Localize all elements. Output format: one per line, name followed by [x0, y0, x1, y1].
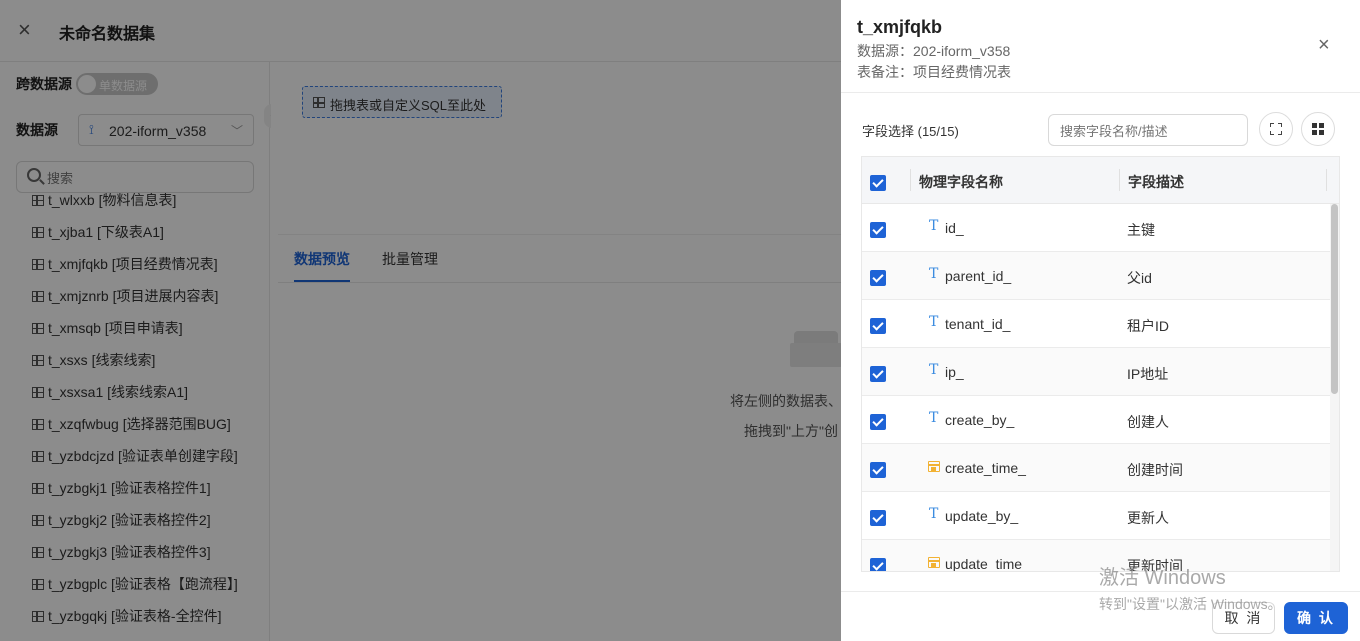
column-separator — [1119, 169, 1120, 191]
confirm-button[interactable]: 确 认 — [1284, 602, 1348, 634]
expand-icon — [1270, 123, 1282, 135]
text-type-icon: T — [929, 362, 939, 378]
vertical-scrollbar[interactable] — [1330, 204, 1339, 571]
date-type-icon — [928, 557, 940, 568]
field-row[interactable]: Tparent_id_ 父id — [862, 252, 1330, 300]
drawer-datasource: 数据源：202-iform_v358 — [857, 43, 1011, 59]
field-checkbox[interactable] — [870, 462, 886, 478]
field-select-label: 字段选择 (15/15) — [862, 124, 959, 139]
field-name: parent_id_ — [945, 268, 1012, 284]
field-search[interactable] — [1048, 114, 1248, 146]
field-description: 租户ID — [1127, 318, 1169, 334]
field-checkbox[interactable] — [870, 510, 886, 526]
field-search-input[interactable] — [1060, 121, 1240, 141]
field-drawer: t_xmjfqkb 数据源：202-iform_v358 表备注：项目经费情况表… — [841, 0, 1360, 641]
field-name: create_time_ — [945, 460, 1026, 476]
field-name: update_by_ — [945, 508, 1019, 524]
watermark-line1: 激活 Windows — [1099, 567, 1226, 589]
field-name: ip_ — [945, 364, 964, 380]
fullscreen-button[interactable] — [1259, 112, 1293, 146]
text-type-icon: T — [929, 506, 939, 522]
field-name: update_time_ — [945, 556, 1030, 572]
field-description: 主键 — [1127, 222, 1155, 238]
column-header-desc: 字段描述 — [1128, 174, 1184, 190]
watermark-line2: 转到"设置"以激活 Windows。 — [1099, 596, 1282, 612]
field-row[interactable]: Tid_ 主键 — [862, 204, 1330, 252]
field-row[interactable]: Tcreate_by_ 创建人 — [862, 396, 1330, 444]
field-name: id_ — [945, 220, 964, 236]
scrollbar-thumb[interactable] — [1331, 204, 1338, 394]
field-checkbox[interactable] — [870, 366, 886, 382]
close-icon[interactable]: × — [1318, 35, 1330, 55]
field-checkbox[interactable] — [870, 222, 886, 238]
drawer-title: t_xmjfqkb — [857, 17, 943, 37]
field-description: 更新人 — [1127, 510, 1169, 526]
field-row[interactable]: Tupdate_by_ 更新人 — [862, 492, 1330, 540]
column-header-name: 物理字段名称 — [919, 174, 1003, 190]
drawer-header: t_xmjfqkb 数据源：202-iform_v358 表备注：项目经费情况表… — [841, 0, 1360, 93]
field-description: 父id — [1127, 270, 1152, 286]
text-type-icon: T — [929, 218, 939, 234]
field-checkbox[interactable] — [870, 318, 886, 334]
layout-grid-icon — [1312, 123, 1325, 136]
column-separator — [1326, 169, 1327, 191]
drawer-remark: 表备注：项目经费情况表 — [857, 64, 1011, 80]
field-description: 创建人 — [1127, 414, 1169, 430]
activation-watermark: 激活 Windows 转到"设置"以激活 Windows。 — [1099, 561, 1282, 614]
date-type-icon — [928, 461, 940, 472]
field-checkbox[interactable] — [870, 414, 886, 430]
text-type-icon: T — [929, 314, 939, 330]
column-separator — [910, 169, 911, 191]
field-row[interactable]: Ttenant_id_ 租户ID — [862, 300, 1330, 348]
field-table-body: Tid_ 主键 Tparent_id_ 父id Ttenant_id_ 租户ID Tip_ I… — [862, 204, 1330, 572]
text-type-icon: T — [929, 410, 939, 426]
modal-mask[interactable] — [0, 0, 841, 641]
field-checkbox[interactable] — [870, 558, 886, 571]
field-name: create_by_ — [945, 412, 1015, 428]
field-row[interactable]: Tip_ IP地址 — [862, 348, 1330, 396]
select-all-checkbox[interactable] — [870, 175, 886, 191]
field-table: 物理字段名称 字段描述 Tid_ 主键 Tparent_id_ 父id Ttenant_… — [861, 156, 1340, 572]
layout-button[interactable] — [1301, 112, 1335, 146]
text-type-icon: T — [929, 266, 939, 282]
field-description: 创建时间 — [1127, 462, 1183, 478]
field-row[interactable]: create_time_ 创建时间 — [862, 444, 1330, 492]
field-checkbox[interactable] — [870, 270, 886, 286]
field-table-header: 物理字段名称 字段描述 — [862, 157, 1339, 204]
field-description: IP地址 — [1127, 366, 1169, 382]
field-name: tenant_id_ — [945, 316, 1011, 332]
